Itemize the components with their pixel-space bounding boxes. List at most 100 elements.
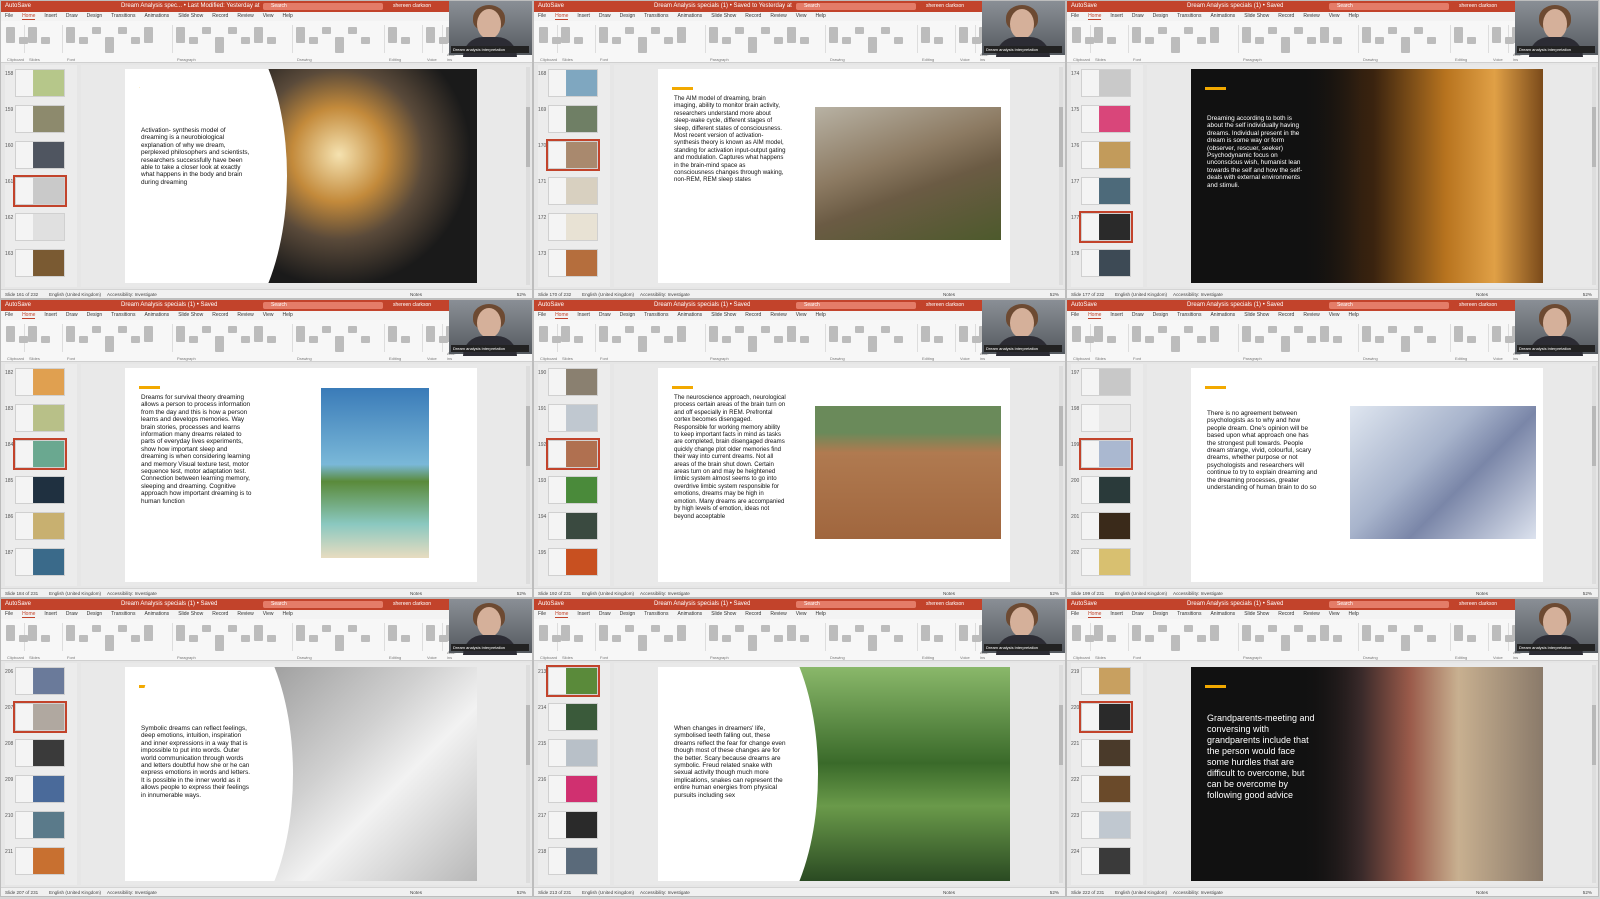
menu-tab[interactable]: Help <box>282 312 292 318</box>
slide-thumbnail[interactable] <box>15 847 65 875</box>
slide-canvas[interactable]: The AIM model of dreaming, brain imaging… <box>658 69 1010 283</box>
ribbon-command-icon[interactable] <box>1132 326 1141 342</box>
ribbon-command-icon[interactable] <box>625 625 634 632</box>
menu-tab[interactable]: Slide Show <box>178 312 203 318</box>
slide-thumbnail[interactable] <box>1081 811 1131 839</box>
ribbon-command-icon[interactable] <box>1414 326 1423 333</box>
ribbon-command-icon[interactable] <box>868 336 877 352</box>
menu-tab[interactable]: Review <box>770 13 786 19</box>
accessibility-status[interactable]: Accessibility: Investigate <box>640 589 690 597</box>
language-status[interactable]: English (United Kingdom) <box>49 888 101 896</box>
ribbon-command-icon[interactable] <box>921 326 930 342</box>
scrollbar-thumb[interactable] <box>526 406 530 466</box>
ribbon-command-icon[interactable] <box>309 37 318 44</box>
menu-tab[interactable]: View <box>263 13 274 19</box>
ribbon-command-icon[interactable] <box>131 635 140 642</box>
slide-thumbnail[interactable] <box>15 213 65 241</box>
ribbon-command-icon[interactable] <box>388 625 397 641</box>
ribbon-command-icon[interactable] <box>241 635 250 642</box>
menu-tab[interactable]: Animations <box>144 611 169 617</box>
slide-thumbnail[interactable] <box>548 512 598 540</box>
ribbon-command-icon[interactable] <box>79 336 88 343</box>
ribbon-command-icon[interactable] <box>894 336 903 343</box>
ribbon-command-icon[interactable] <box>1362 27 1371 43</box>
ribbon-command-icon[interactable] <box>735 27 744 34</box>
ribbon-command-icon[interactable] <box>66 625 75 641</box>
menu-tab[interactable]: View <box>1329 312 1340 318</box>
ribbon-command-icon[interactable] <box>1388 27 1397 34</box>
menu-tab[interactable]: Transitions <box>1177 312 1201 318</box>
ribbon-command-icon[interactable] <box>829 27 838 43</box>
ribbon-command-icon[interactable] <box>868 37 877 53</box>
menu-tab[interactable]: Home <box>22 312 36 319</box>
ribbon-command-icon[interactable] <box>1107 336 1116 343</box>
ribbon-command-icon[interactable] <box>574 635 583 642</box>
ribbon-command-icon[interactable] <box>842 37 851 44</box>
menu-tab[interactable]: Draw <box>66 13 78 19</box>
scrollbar-thumb[interactable] <box>1059 705 1063 765</box>
menu-tab[interactable]: Insert <box>1110 611 1123 617</box>
menu-tab[interactable]: Help <box>1348 312 1358 318</box>
slide-thumbnail-selected[interactable] <box>13 175 67 207</box>
menu-tab[interactable]: Design <box>87 611 103 617</box>
menu-tab[interactable]: Design <box>620 13 636 19</box>
menu-tab[interactable]: Review <box>1303 312 1319 318</box>
menu-tab[interactable]: Draw <box>1132 13 1144 19</box>
menu-tab[interactable]: Help <box>282 611 292 617</box>
ribbon-command-icon[interactable] <box>335 37 344 53</box>
slide-thumbnail[interactable] <box>548 476 598 504</box>
notes-button[interactable]: Notes <box>943 589 955 597</box>
menu-tab[interactable]: Review <box>770 611 786 617</box>
slide-thumbnail[interactable] <box>15 105 65 133</box>
notes-button[interactable]: Notes <box>1476 589 1488 597</box>
slide-thumbnail[interactable] <box>548 404 598 432</box>
language-status[interactable]: English (United Kingdom) <box>49 290 101 298</box>
ribbon-command-icon[interactable] <box>1171 336 1180 352</box>
slide-thumbnail[interactable] <box>15 368 65 396</box>
ribbon-command-icon[interactable] <box>144 27 153 43</box>
menu-tab[interactable]: Design <box>620 312 636 318</box>
slide-thumbnail-selected[interactable] <box>546 438 600 470</box>
ribbon-command-icon[interactable] <box>6 326 15 342</box>
menu-tab[interactable]: Design <box>1153 611 1169 617</box>
menu-tab[interactable]: Transitions <box>111 312 135 318</box>
ribbon-command-icon[interactable] <box>829 625 838 641</box>
vertical-scrollbar[interactable] <box>526 67 530 285</box>
autosave-toggle[interactable]: AutoSave <box>538 1 564 12</box>
ribbon-command-icon[interactable] <box>664 336 673 343</box>
menu-tab[interactable]: Design <box>620 611 636 617</box>
ribbon-command-icon[interactable] <box>664 635 673 642</box>
scrollbar-thumb[interactable] <box>1592 705 1596 765</box>
menu-tab[interactable]: Transitions <box>644 312 668 318</box>
ribbon-command-icon[interactable] <box>361 635 370 642</box>
autosave-toggle[interactable]: AutoSave <box>538 300 564 311</box>
slide-canvas[interactable]: Activation- synthesis model of dreaming … <box>125 69 477 283</box>
slide-canvas[interactable]: Dreaming according to both is about the … <box>1191 69 1543 283</box>
ribbon-command-icon[interactable] <box>426 27 435 43</box>
ribbon-command-icon[interactable] <box>1362 625 1371 641</box>
ribbon-command-icon[interactable] <box>215 37 224 53</box>
ribbon-command-icon[interactable] <box>92 326 101 333</box>
ribbon-command-icon[interactable] <box>66 326 75 342</box>
ribbon-command-icon[interactable] <box>1094 625 1103 641</box>
ribbon-command-icon[interactable] <box>1094 326 1103 342</box>
ribbon-command-icon[interactable] <box>787 326 796 342</box>
ribbon-command-icon[interactable] <box>1072 326 1081 342</box>
ribbon-command-icon[interactable] <box>959 27 968 43</box>
slide-thumbnail[interactable] <box>15 548 65 576</box>
user-name[interactable]: shereen clarkson <box>1459 300 1497 311</box>
slide-thumbnail[interactable] <box>548 105 598 133</box>
menu-tab[interactable]: Home <box>22 611 36 618</box>
search-box[interactable]: Search <box>263 302 383 309</box>
slide-body-text[interactable]: The neuroscience approach, neurological … <box>674 394 786 520</box>
ribbon-command-icon[interactable] <box>1281 37 1290 53</box>
ribbon-command-icon[interactable] <box>677 625 686 641</box>
menu-tab[interactable]: Insert <box>577 13 590 19</box>
ribbon-command-icon[interactable] <box>735 326 744 333</box>
menu-tab[interactable]: View <box>263 312 274 318</box>
slide-thumbnail[interactable] <box>548 703 598 731</box>
ribbon-command-icon[interactable] <box>1242 326 1251 342</box>
ribbon-command-icon[interactable] <box>1171 635 1180 651</box>
menu-tab[interactable]: Insert <box>1110 13 1123 19</box>
slide-thumbnail[interactable] <box>15 775 65 803</box>
